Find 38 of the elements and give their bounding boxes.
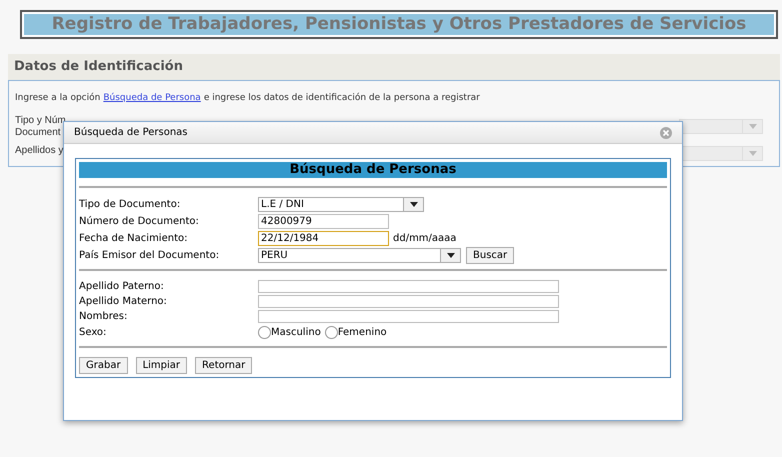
field-label: Apellido Paterno: [79, 280, 165, 294]
instruction-text: Ingrese a la opción [15, 92, 100, 105]
text-field[interactable] [258, 310, 559, 322]
section-header: Datos de Identificación [8, 54, 780, 80]
dialog-title: Búsqueda de Personas [74, 126, 188, 140]
caret-icon [748, 151, 756, 156]
form-button[interactable]: Limpiar [136, 357, 188, 374]
select-field[interactable]: PERU [258, 248, 461, 262]
field-label: Apellido Materno: [79, 294, 168, 308]
field-label: País Emisor del Documento: [79, 248, 220, 262]
field-label: Nombres: [79, 310, 128, 324]
select-field[interactable]: L.E / DNI [258, 196, 424, 212]
field-label: Número de Documento: [79, 214, 200, 228]
form-button[interactable]: Grabar [79, 357, 128, 374]
caret-icon [410, 202, 418, 206]
radio-icon[interactable] [258, 326, 271, 338]
date-format-hint: dd/mm/aaaa [393, 232, 456, 246]
field-label: Sexo: [79, 326, 108, 340]
form-heading: Búsqueda de Personas [79, 162, 667, 178]
text-field[interactable]: 22/12/1984 [258, 230, 389, 246]
caret-icon [446, 252, 454, 258]
caret-icon [748, 124, 756, 129]
text-field[interactable]: 42800979 [258, 214, 389, 228]
form-button[interactable]: Retornar [195, 357, 252, 374]
text-field[interactable] [258, 280, 559, 292]
search-button[interactable]: Buscar [466, 246, 514, 264]
search-person-link[interactable]: Búsqueda de Persona [103, 92, 201, 106]
instruction-text: e ingrese los datos de identificación de la persona a registrar [204, 92, 480, 105]
radio-option[interactable]: Masculino [258, 324, 321, 340]
close-icon[interactable] [660, 126, 672, 138]
text-field[interactable] [258, 294, 559, 308]
radio-icon[interactable] [324, 326, 338, 338]
field-label: Tipo de Documento: [79, 198, 182, 212]
radio-option[interactable]: Femenino [324, 324, 387, 340]
page-title: Registro de Trabajadores, Pensionistas y Otros Prestadores de Servicios [24, 14, 774, 35]
field-label: Fecha de Nacimiento: [79, 232, 188, 246]
field-label: Apellidos y [15, 144, 64, 156]
field-label: Tipo y Núm Document [15, 114, 66, 138]
